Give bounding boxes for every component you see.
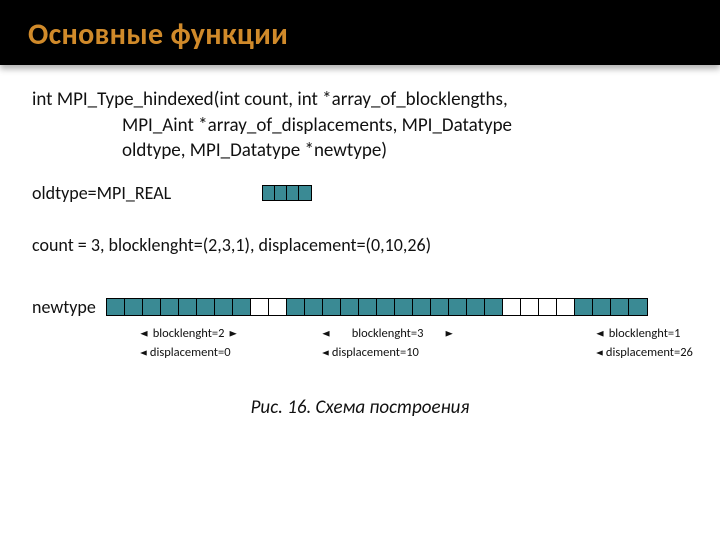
newtype-gap	[269, 299, 287, 315]
newtype-cell	[449, 299, 467, 315]
oldtype-row: oldtype=MPI_REAL	[32, 182, 688, 204]
arrow-right-icon	[227, 327, 239, 341]
block2-len: blocklenght=3	[352, 327, 424, 341]
newtype-cell	[233, 299, 251, 315]
newtype-cell	[431, 299, 449, 315]
newtype-cell	[395, 299, 413, 315]
newtype-cell	[467, 299, 485, 315]
oldtype-cell	[299, 186, 311, 200]
figure-caption: Рис. 16. Схема построения	[32, 396, 688, 419]
newtype-cell	[143, 299, 161, 315]
annotation-area: blocklenght=2 displacement=0 blocklenght…	[138, 326, 688, 376]
arrow-left-icon	[320, 346, 332, 360]
newtype-cell	[377, 299, 395, 315]
function-signature: int MPI_Type_hindexed(int count, int *ar…	[32, 87, 688, 164]
block1-len: blocklenght=2	[153, 327, 225, 341]
newtype-gap	[521, 299, 539, 315]
arrow-right-icon	[443, 327, 455, 341]
newtype-gap	[503, 299, 521, 315]
content-area: int MPI_Type_hindexed(int count, int *ar…	[0, 65, 720, 419]
params-line: count = 3, blocklenght=(2,3,1), displace…	[32, 234, 688, 256]
page-title: Основные функции	[28, 16, 692, 53]
newtype-cell	[485, 299, 503, 315]
arrow-left-icon	[138, 346, 150, 360]
newtype-cell	[341, 299, 359, 315]
newtype-cell	[413, 299, 431, 315]
oldtype-label: oldtype=MPI_REAL	[32, 182, 262, 204]
newtype-cell	[593, 299, 611, 315]
newtype-cell	[287, 299, 305, 315]
newtype-cell	[629, 299, 647, 315]
arrow-left-icon	[594, 346, 606, 360]
newtype-cell	[161, 299, 179, 315]
annotation-block-2: blocklenght=3 displacement=10	[320, 326, 455, 362]
arrow-left-icon	[138, 327, 150, 341]
oldtype-cell	[287, 186, 299, 200]
newtype-cell	[575, 299, 593, 315]
newtype-gap	[251, 299, 269, 315]
newtype-gap	[539, 299, 557, 315]
block2-disp: displacement=10	[332, 346, 419, 360]
oldtype-block	[262, 185, 312, 201]
title-bar: Основные функции	[0, 0, 720, 65]
newtype-cell	[323, 299, 341, 315]
newtype-label: newtype	[32, 296, 106, 318]
newtype-cell	[107, 299, 125, 315]
signature-line-2: MPI_Aint *array_of_displacements, MPI_Da…	[32, 113, 688, 139]
newtype-cell	[611, 299, 629, 315]
newtype-block	[106, 298, 648, 316]
signature-line-1: int MPI_Type_hindexed(int count, int *ar…	[32, 88, 508, 111]
annotation-block-1: blocklenght=2 displacement=0	[138, 326, 239, 362]
newtype-row: newtype	[32, 296, 688, 318]
annotation-block-3: blocklenght=1 displacement=26	[594, 326, 693, 362]
newtype-cell	[125, 299, 143, 315]
block1-disp: displacement=0	[150, 346, 231, 360]
newtype-cell	[179, 299, 197, 315]
oldtype-cell	[263, 186, 275, 200]
block3-disp: displacement=26	[606, 346, 693, 360]
newtype-cell	[215, 299, 233, 315]
signature-line-3: oldtype, MPI_Datatype *newtype)	[32, 138, 688, 164]
newtype-cell	[305, 299, 323, 315]
newtype-cell	[197, 299, 215, 315]
oldtype-cell	[275, 186, 287, 200]
newtype-cell	[359, 299, 377, 315]
newtype-gap	[557, 299, 575, 315]
arrow-left-icon	[320, 327, 332, 341]
arrow-left-icon	[594, 327, 606, 341]
block3-len: blocklenght=1	[609, 327, 681, 341]
